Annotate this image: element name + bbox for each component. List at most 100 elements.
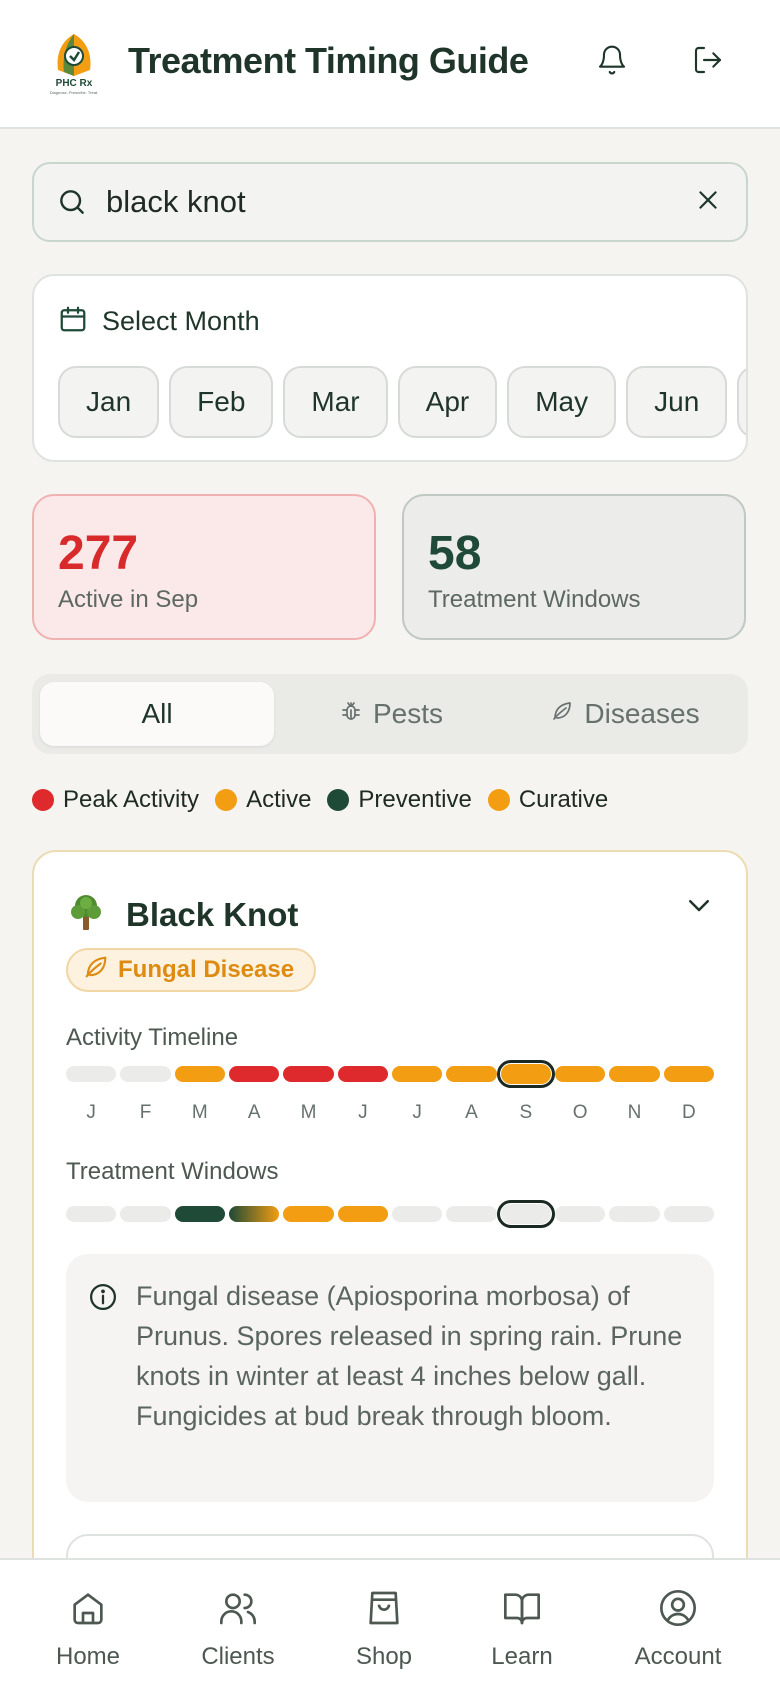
home-icon: [68, 1588, 108, 1635]
month-letter: M: [191, 1102, 208, 1123]
legend-dot: [327, 789, 350, 811]
activity-timeline-label: Activity Timeline: [66, 1024, 239, 1051]
nav-shop-label: Shop: [355, 1643, 413, 1670]
phc-rx-logo: PHC Rx Diagnose. Prescribe. Treat.: [44, 30, 104, 96]
month-chip-jan[interactable]: Jan: [58, 366, 160, 438]
treatment-windows-count: 58: [428, 527, 482, 580]
activity-segment-o-10: [555, 1066, 606, 1082]
treatment-segment-s-9: [496, 1200, 556, 1228]
activity-segment-s-9: [496, 1060, 556, 1088]
bottom-nav: Home Clients Shop Learn Account: [0, 1558, 780, 1688]
active-count-label: Active in Sep: [58, 586, 199, 613]
nav-shop[interactable]: Shop: [334, 1560, 434, 1688]
treatment-segment-j-7: [392, 1206, 443, 1222]
nav-clients-label: Clients: [201, 1643, 275, 1670]
legend-dot: [32, 789, 54, 811]
users-icon: [218, 1588, 258, 1635]
logout-button[interactable]: [686, 40, 730, 84]
legend-dot: [487, 789, 510, 811]
month-chip-jun[interactable]: Jun: [626, 366, 728, 438]
month-chip-jul[interactable]: [737, 366, 746, 438]
nav-learn[interactable]: Learn: [472, 1560, 572, 1688]
svg-text:PHC Rx: PHC Rx: [56, 78, 93, 89]
tab-diseases-label: Diseases: [584, 698, 700, 729]
activity-segment-j-7: [392, 1066, 443, 1082]
legend-active: Active: [215, 786, 311, 814]
month-selector-label: Select Month: [102, 306, 260, 336]
active-count: 277: [58, 527, 139, 580]
search-icon: [56, 186, 88, 223]
user-circle-icon: [658, 1588, 698, 1635]
month-letter: M: [300, 1102, 317, 1123]
nav-home-label: Home: [55, 1643, 121, 1670]
month-letter: J: [86, 1102, 96, 1123]
legend-label: Curative: [518, 786, 609, 813]
activity-segment-a-4: [229, 1066, 280, 1082]
month-letter: N: [627, 1102, 642, 1123]
app-header: PHC Rx Diagnose. Prescribe. Treat. Treat…: [0, 0, 780, 129]
category-badge: Fungal Disease: [66, 948, 317, 992]
treatment-segment-a-4: [229, 1206, 280, 1222]
treatment-windows-label: Treatment Windows: [428, 586, 641, 613]
month-chip-feb[interactable]: Feb: [169, 366, 274, 438]
timeline-legend: Peak Activity Active Preventive Curative: [32, 786, 608, 814]
activity-segment-j-6: [337, 1066, 388, 1082]
treatment-segment-d-12: [663, 1206, 714, 1222]
notifications-button[interactable]: [590, 40, 634, 84]
month-letter: S: [519, 1102, 533, 1123]
legend-peak-activity: Peak Activity: [32, 786, 199, 814]
bell-icon: [596, 44, 628, 81]
activity-segment-m-5: [283, 1066, 334, 1082]
treatment-windows-card[interactable]: 58 Treatment Windows: [402, 494, 746, 640]
month-letter: A: [465, 1102, 478, 1123]
month-letter: J: [412, 1102, 422, 1123]
nav-account[interactable]: Account: [618, 1560, 738, 1688]
activity-segment-n-11: [609, 1066, 660, 1082]
nav-clients[interactable]: Clients: [188, 1560, 288, 1688]
treatment-segment-j-6: [337, 1206, 388, 1222]
treatment-segment-n-11: [609, 1206, 660, 1222]
month-selector: Select Month Jan Feb Mar Apr May Jun: [32, 274, 748, 462]
legend-label: Preventive: [358, 786, 472, 813]
treatment-timeline: [66, 1200, 714, 1228]
filter-tabs: All Pests Diseases: [32, 674, 748, 754]
treatment-segment-f-2: [120, 1206, 171, 1222]
month-chip-apr[interactable]: Apr: [397, 366, 498, 438]
calendar-icon: [58, 304, 88, 339]
legend-label: Peak Activity: [63, 786, 200, 813]
leaf-icon: [550, 698, 574, 730]
month-chip-mar[interactable]: Mar: [283, 366, 388, 438]
nav-home[interactable]: Home: [38, 1560, 138, 1688]
activity-segment-j-1: [66, 1066, 117, 1082]
info-icon: [88, 1282, 118, 1317]
treatment-segment-m-5: [283, 1206, 334, 1222]
activity-timeline: [66, 1060, 714, 1088]
activity-segment-a-8: [446, 1066, 497, 1082]
book-icon: [502, 1588, 542, 1635]
tab-diseases[interactable]: Diseases: [508, 682, 742, 746]
month-chip-may[interactable]: May: [507, 366, 617, 438]
legend-preventive: Preventive: [327, 786, 472, 814]
treatment-segment-o-10: [555, 1206, 606, 1222]
nav-learn-label: Learn: [491, 1643, 553, 1670]
bug-icon: [339, 698, 363, 730]
active-count-card[interactable]: 277 Active in Sep: [32, 494, 376, 640]
tab-pests-label: Pests: [372, 698, 444, 729]
tab-pests[interactable]: Pests: [274, 682, 508, 746]
legend-label: Active: [246, 786, 312, 813]
info-panel: Fungal disease (Apiosporina morbosa) of …: [66, 1254, 714, 1502]
tab-all-label: All: [141, 698, 173, 729]
chevron-down-icon[interactable]: [684, 890, 714, 925]
page-title: Treatment Timing Guide: [128, 40, 529, 81]
activity-segment-f-2: [120, 1066, 171, 1082]
svg-text:Diagnose. Prescribe. Treat.: Diagnose. Prescribe. Treat.: [50, 90, 98, 95]
tab-all[interactable]: All: [40, 682, 274, 746]
card-title: Black Knot: [126, 896, 299, 933]
month-letter: D: [681, 1102, 696, 1123]
info-text: Fungal disease (Apiosporina morbosa) of …: [136, 1281, 683, 1431]
month-letter: O: [572, 1102, 588, 1123]
clear-search-button[interactable]: [688, 182, 728, 222]
legend-dot: [215, 789, 238, 811]
category-badge-label: Fungal Disease: [118, 956, 295, 983]
search-input[interactable]: [106, 178, 666, 226]
